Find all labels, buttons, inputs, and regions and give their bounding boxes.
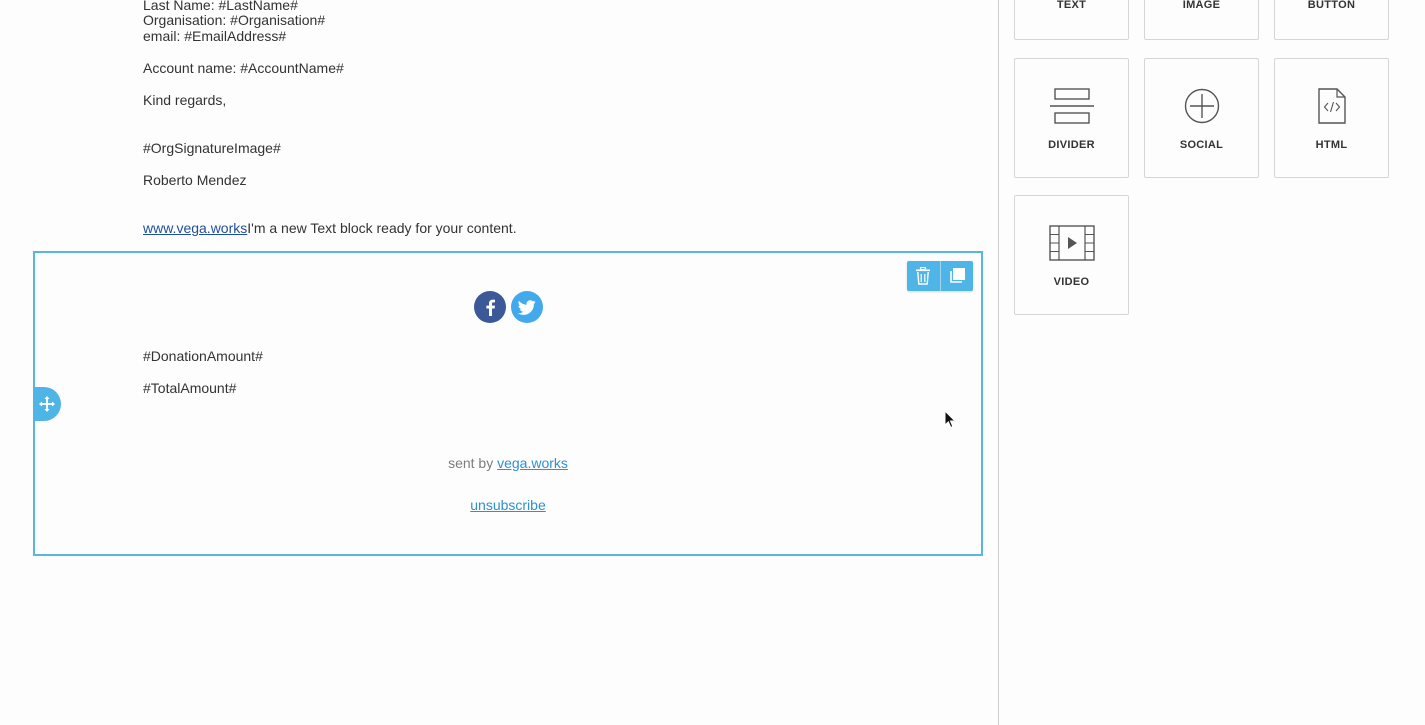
plus-circle-icon — [1184, 88, 1219, 124]
button-tile-label: BUTTON — [1307, 0, 1356, 11]
facebook-button[interactable] — [474, 291, 506, 323]
video-tile-label: VIDEO — [1053, 276, 1090, 288]
video-block-tile[interactable]: VIDEO — [1014, 195, 1129, 315]
text-block-tile[interactable]: TEXT — [1014, 0, 1129, 40]
delete-block-button[interactable] — [907, 261, 940, 291]
image-block-tile[interactable]: IMAGE — [1144, 0, 1259, 40]
move-icon — [39, 396, 55, 412]
kind-regards-line[interactable]: Kind regards, — [143, 92, 226, 108]
sent-by-prefix: sent by — [448, 455, 498, 471]
total-amount-line[interactable]: #TotalAmount# — [143, 380, 236, 396]
donation-amount-line[interactable]: #DonationAmount# — [143, 348, 263, 364]
image-tile-label: IMAGE — [1182, 0, 1221, 11]
text-block-placeholder: I'm a new Text block ready for your cont… — [247, 220, 517, 236]
content-blocks-sidebar: TEXT IMAGE BUTTON DIVIDER SOCIAL HTML VI… — [998, 0, 1425, 725]
text-tile-label: TEXT — [1056, 0, 1087, 11]
account-name-line[interactable]: Account name: #AccountName# — [143, 60, 344, 76]
facebook-icon — [486, 299, 495, 316]
divider-block-tile[interactable]: DIVIDER — [1014, 58, 1129, 178]
html-tile-label: HTML — [1315, 139, 1348, 151]
code-file-icon — [1317, 88, 1346, 124]
organisation-line[interactable]: Organisation: #Organisation# — [143, 12, 325, 28]
duplicate-block-button[interactable] — [939, 261, 974, 291]
mouse-cursor-icon — [944, 410, 956, 429]
html-block-tile[interactable]: HTML — [1274, 58, 1389, 178]
sent-by-line: sent by vega.works — [34, 455, 982, 471]
twitter-button[interactable] — [511, 291, 543, 323]
unsubscribe-link[interactable]: unsubscribe — [470, 497, 546, 513]
text-block-line[interactable]: www.vega.worksI'm a new Text block ready… — [143, 220, 517, 236]
divider-tile-label: DIVIDER — [1048, 139, 1095, 151]
signer-name-line[interactable]: Roberto Mendez — [143, 172, 247, 188]
block-toolbar — [907, 261, 973, 291]
site-link[interactable]: www.vega.works — [143, 220, 247, 236]
divider-icon — [1049, 88, 1094, 124]
social-tile-label: SOCIAL — [1179, 139, 1224, 151]
twitter-icon — [518, 299, 536, 315]
signature-image-line[interactable]: #OrgSignatureImage# — [143, 140, 281, 156]
email-canvas: Last Name: #LastName# Organisation: #Org… — [0, 0, 998, 725]
unsubscribe-line: unsubscribe — [34, 497, 982, 513]
button-block-tile[interactable]: BUTTON — [1274, 0, 1389, 40]
email-line[interactable]: email: #EmailAddress# — [143, 28, 286, 44]
duplicate-icon — [949, 268, 965, 283]
film-icon — [1048, 225, 1095, 261]
social-block-tile[interactable]: SOCIAL — [1144, 58, 1259, 178]
sent-by-link[interactable]: vega.works — [497, 455, 568, 471]
trash-icon — [916, 267, 931, 285]
